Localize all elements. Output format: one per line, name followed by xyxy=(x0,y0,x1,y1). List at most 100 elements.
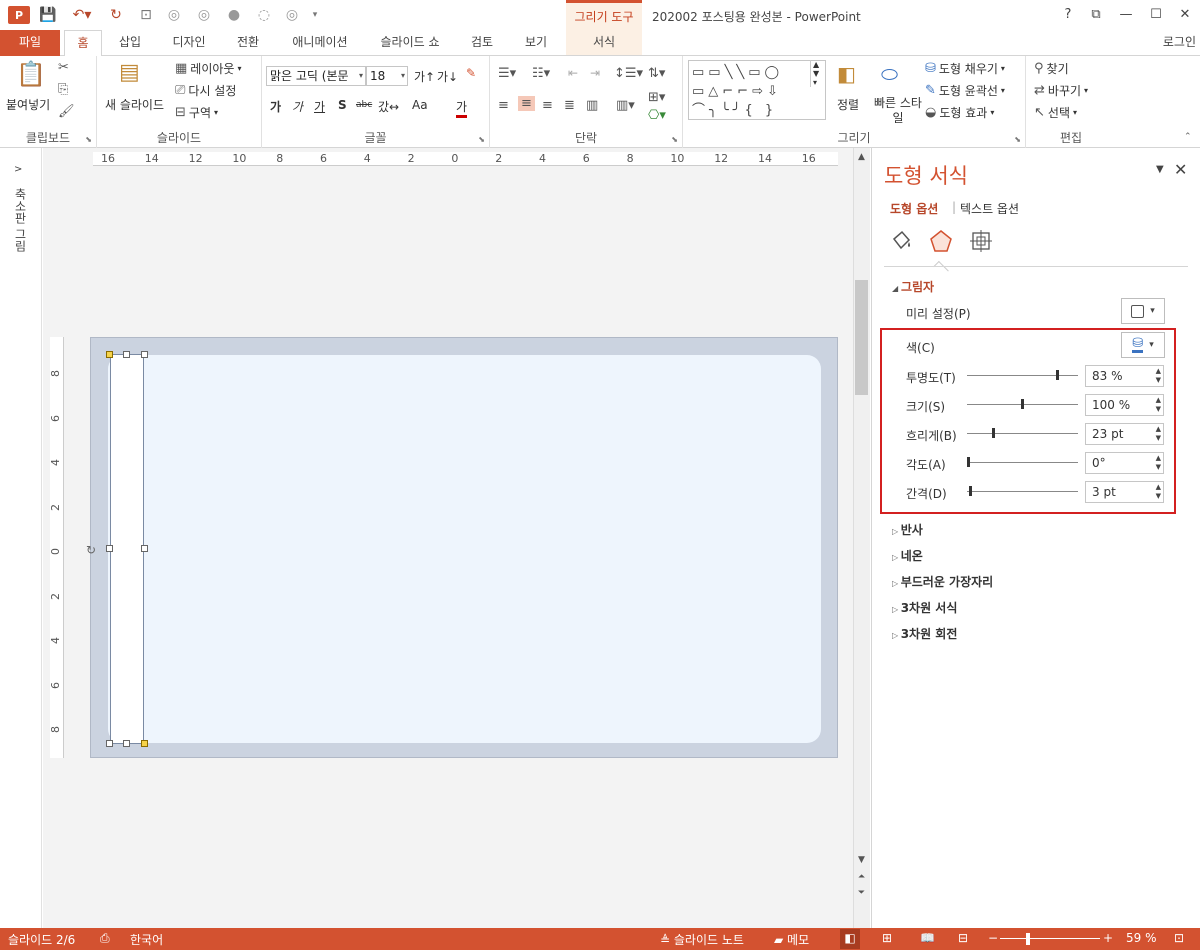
adjust-handle-bottom[interactable] xyxy=(141,740,148,747)
tab-text-options[interactable]: 텍스트 옵션 xyxy=(960,200,1019,217)
scroll-up-icon[interactable]: ▲ xyxy=(855,152,868,162)
shape-intersect-icon[interactable]: ◎ xyxy=(194,6,214,24)
vertical-scrollbar[interactable] xyxy=(853,148,870,928)
size-properties-icon[interactable] xyxy=(966,226,996,256)
format-painter-icon[interactable]: 🖌 xyxy=(58,104,75,119)
paragraph-launcher-icon[interactable]: ⬊ xyxy=(671,135,678,144)
fill-line-icon[interactable] xyxy=(886,226,916,256)
layout-button[interactable]: ▦ 레이아웃 ▾ xyxy=(175,60,241,77)
shape-fill-button[interactable]: ⛁ 도형 채우기 ▾ xyxy=(925,60,1005,77)
smartart-icon[interactable]: ⎔▾ xyxy=(648,108,666,123)
3d-format-section[interactable]: ▷ 3차원 서식 xyxy=(892,599,957,616)
ribbon-display-button[interactable]: ⧉ xyxy=(1086,6,1106,24)
normal-view-icon[interactable]: ◧ xyxy=(840,929,860,949)
tab-shape-options[interactable]: 도형 옵션 xyxy=(890,200,938,217)
find-button[interactable]: ⚲ 찾기 xyxy=(1034,60,1069,77)
font-size-combo[interactable]: 18 ▾ xyxy=(366,66,408,86)
tab-view[interactable]: 보기 xyxy=(516,30,556,56)
angle-slider-knob[interactable] xyxy=(967,457,970,467)
char-spacing-button[interactable]: 갔↔ xyxy=(378,98,399,115)
3d-rotation-section[interactable]: ▷ 3차원 회전 xyxy=(892,625,957,642)
blur-slider[interactable] xyxy=(967,433,1078,434)
decrease-indent-icon[interactable]: ⇤ xyxy=(568,66,578,80)
adjust-handle[interactable] xyxy=(106,351,113,358)
italic-button[interactable]: 가 xyxy=(292,98,303,115)
section-button[interactable]: ⊟ 구역 ▾ xyxy=(175,104,218,121)
line-spacing-icon[interactable]: ↕☰▾ xyxy=(614,66,643,81)
collapse-ribbon-icon[interactable]: ⌃ xyxy=(1184,132,1192,142)
resize-handle-top[interactable] xyxy=(123,351,130,358)
size-slider-knob[interactable] xyxy=(1021,399,1024,409)
new-slide-button[interactable]: 새 슬라이드 xyxy=(105,96,164,113)
glow-section[interactable]: ▷ 네온 xyxy=(892,547,923,564)
shape-subtract-icon[interactable]: ◎ xyxy=(282,6,302,24)
angle-input[interactable]: 0° ▲ ▼ xyxy=(1085,452,1164,474)
change-case-button[interactable]: Aa xyxy=(412,98,428,112)
shape-effects-button[interactable]: ◒ 도형 효과 ▾ xyxy=(925,104,994,121)
language-indicator[interactable]: 한국어 xyxy=(130,931,163,948)
notes-button[interactable]: ≜ 슬라이드 노트 xyxy=(660,931,744,948)
comments-button[interactable]: ▰ 메모 xyxy=(774,931,809,948)
close-window-button[interactable]: ✕ xyxy=(1175,6,1195,24)
shape-outline-button[interactable]: ✎ 도형 윤곽선 ▾ xyxy=(925,82,1005,99)
drawing-launcher-icon[interactable]: ⬊ xyxy=(1014,135,1021,144)
resize-handle-top-right[interactable] xyxy=(141,351,148,358)
tab-review[interactable]: 검토 xyxy=(462,30,502,56)
columns-icon[interactable]: ▥▾ xyxy=(616,98,635,113)
next-slide-icon[interactable]: ⏷ xyxy=(855,888,868,898)
tab-animations[interactable]: 애니메이션 xyxy=(282,30,358,56)
tab-insert[interactable]: 삽입 xyxy=(110,30,150,56)
slide-content-panel[interactable] xyxy=(108,355,821,743)
redo-icon[interactable]: ↻ xyxy=(106,6,126,24)
help-button[interactable]: ? xyxy=(1058,6,1078,24)
text-direction-icon[interactable]: ⇅▾ xyxy=(648,66,665,81)
pane-options-icon[interactable]: ▼ xyxy=(1156,164,1164,175)
close-pane-icon[interactable]: ✕ xyxy=(1174,160,1187,179)
numbering-icon[interactable]: ☷▾ xyxy=(532,66,550,81)
zoom-slider-knob[interactable] xyxy=(1026,933,1030,945)
maximize-button[interactable]: ☐ xyxy=(1146,6,1166,24)
align-right-icon[interactable]: ≡ xyxy=(542,98,553,113)
angle-slider[interactable] xyxy=(967,462,1078,463)
undo-icon[interactable]: ↶▾ xyxy=(66,6,98,24)
paste-button[interactable]: 붙여넣기 xyxy=(6,96,50,113)
slide-sorter-icon[interactable]: ⊞ xyxy=(882,931,892,945)
clipboard-launcher-icon[interactable]: ⬊ xyxy=(85,135,92,144)
resize-handle-right[interactable] xyxy=(141,545,148,552)
quick-styles-button[interactable]: 빠른 스타일 xyxy=(873,96,923,126)
zoom-level[interactable]: 59 % xyxy=(1126,931,1157,945)
tab-slideshow[interactable]: 슬라이드 쇼 xyxy=(372,30,448,56)
resize-handle-bottom[interactable] xyxy=(123,740,130,747)
reflection-section[interactable]: ▷ 반사 xyxy=(892,521,923,538)
resize-handle-left[interactable] xyxy=(106,545,113,552)
align-text-icon[interactable]: ⊞▾ xyxy=(648,90,665,105)
scroll-down-icon[interactable]: ▼ xyxy=(855,855,868,865)
shapes-gallery[interactable]: ▭▭╲╲▭◯ ▭△⌐⌐⇨⇩ ⌒╮╰╯{ } xyxy=(688,60,826,120)
transparency-input[interactable]: 83 % ▲ ▼ xyxy=(1085,365,1164,387)
zoom-in-button[interactable]: + xyxy=(1103,931,1113,945)
effects-pentagon-icon[interactable] xyxy=(926,226,956,256)
zoom-slider[interactable] xyxy=(1000,938,1100,939)
gallery-scroll-icon[interactable]: ▲ ▼ ▾ xyxy=(810,60,819,87)
save-icon[interactable]: 💾 xyxy=(38,6,58,24)
resize-handle-bottom-left[interactable] xyxy=(106,740,113,747)
shape-merge-icon[interactable]: ◎ xyxy=(164,6,184,24)
shrink-font-icon[interactable]: 가↓ xyxy=(437,68,458,85)
scroll-thumb[interactable] xyxy=(855,280,868,395)
zoom-out-button[interactable]: − xyxy=(988,931,998,945)
customize-qat-icon[interactable]: ▾ xyxy=(308,6,322,24)
justify-icon[interactable]: ≣ xyxy=(564,98,575,113)
tab-transitions[interactable]: 전환 xyxy=(228,30,268,56)
clear-format-icon[interactable]: ✎ xyxy=(466,66,476,80)
bold-button[interactable]: 가 xyxy=(270,98,281,115)
start-from-beginning-icon[interactable]: ⊡ xyxy=(136,6,156,24)
shadow-section-header[interactable]: ◢ 그림자 xyxy=(892,278,934,295)
fit-slide-icon[interactable]: ⊡ xyxy=(1174,931,1184,945)
grow-font-icon[interactable]: 가↑ xyxy=(414,68,435,85)
underline-button[interactable]: 가 xyxy=(314,98,325,115)
thumbnails-pane-collapsed[interactable]: > xyxy=(0,148,42,928)
arrange-button[interactable]: 정렬 xyxy=(837,96,859,113)
bullets-icon[interactable]: ☰▾ xyxy=(498,66,516,81)
cut-icon[interactable]: ✂ xyxy=(58,60,69,75)
shape-combine-icon[interactable]: ◌ xyxy=(254,6,274,24)
